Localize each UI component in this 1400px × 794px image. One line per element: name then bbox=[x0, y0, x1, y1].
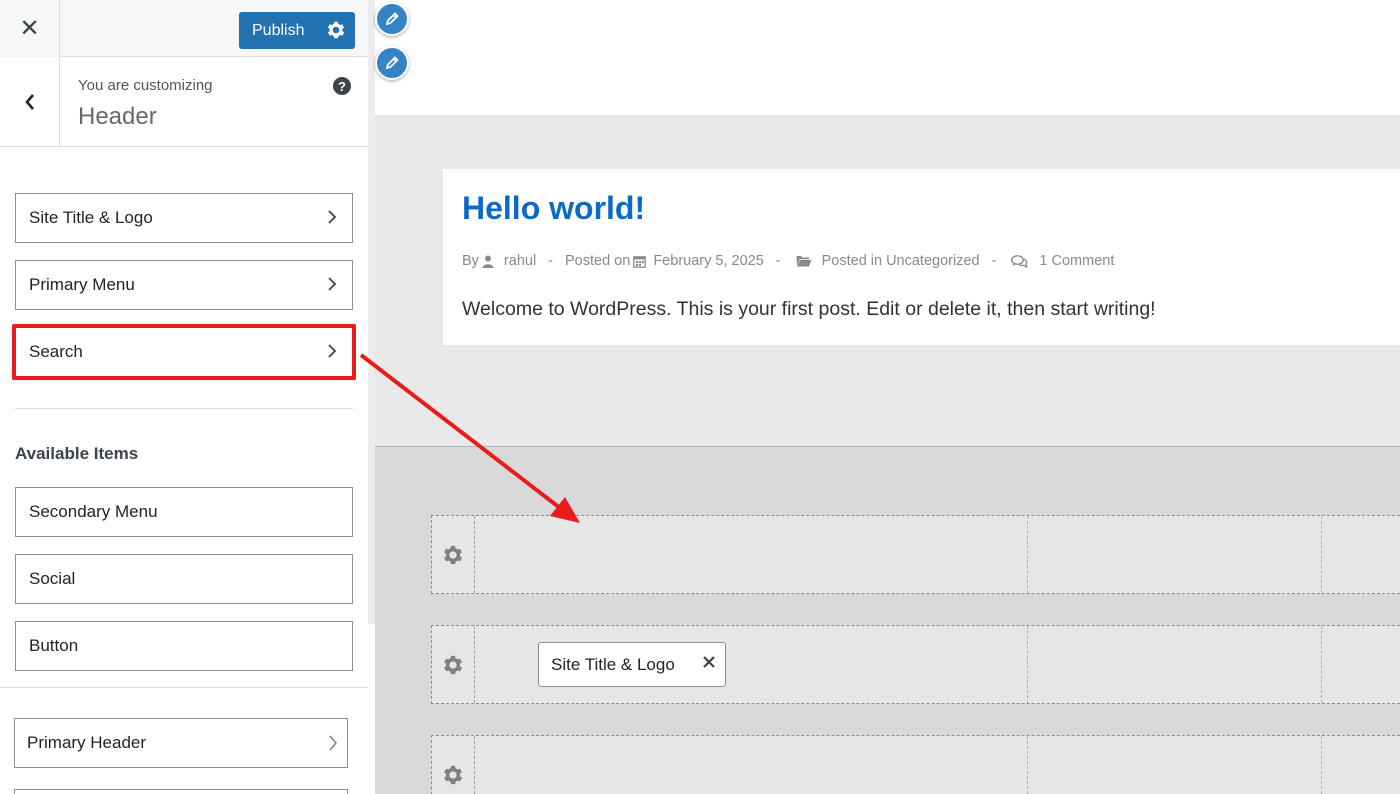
meta-category[interactable]: Uncategorized bbox=[886, 253, 980, 269]
item-label: Site Title & Logo bbox=[29, 208, 153, 227]
preview-content-area: Hello world! By rahul - Posted on Februa… bbox=[375, 115, 1400, 446]
post-title[interactable]: Hello world! bbox=[462, 190, 645, 227]
post-excerpt: Welcome to WordPress. This is your first… bbox=[462, 298, 1156, 320]
item-label: Primary Header bbox=[27, 733, 147, 752]
edit-shortcut-button[interactable] bbox=[375, 46, 409, 80]
meta-separator: - bbox=[548, 253, 554, 269]
chip-label: Site Title & Logo bbox=[551, 654, 675, 674]
post-card: Hello world! By rahul - Posted on Februa… bbox=[443, 169, 1400, 345]
customizing-subtitle: You are customizing bbox=[78, 77, 213, 94]
remove-icon[interactable] bbox=[702, 655, 716, 669]
customizer-topbar: ✕ Publish bbox=[0, 0, 368, 57]
meta-date[interactable]: February 5, 2025 bbox=[653, 253, 763, 269]
meta-posted-in: Posted in bbox=[821, 253, 883, 269]
builder-column-left[interactable] bbox=[475, 516, 1028, 593]
item-label: Primary Menu bbox=[29, 275, 135, 294]
section-divider bbox=[0, 687, 368, 688]
customizing-breadcrumb: You are customizing Header ? bbox=[0, 57, 368, 147]
gear-icon bbox=[444, 545, 463, 564]
chevron-right-icon bbox=[328, 277, 337, 291]
available-item-secondary-menu[interactable]: Secondary Menu bbox=[15, 487, 353, 537]
gear-icon bbox=[444, 765, 463, 785]
publish-button[interactable]: Publish bbox=[239, 12, 355, 49]
back-button[interactable] bbox=[0, 57, 60, 146]
available-item-button[interactable]: Button bbox=[15, 621, 353, 671]
sidebar-scrollbar[interactable] bbox=[368, 0, 375, 624]
item-label: Social bbox=[29, 569, 76, 588]
available-item-social[interactable]: Social bbox=[15, 554, 353, 604]
site-preview: Hello world! By rahul - Posted on Februa… bbox=[375, 0, 1400, 794]
customizer-sidebar: ✕ Publish You are customizing Header ? S… bbox=[0, 0, 368, 794]
post-meta: By rahul - Posted on February 5, 2025 - … bbox=[462, 253, 1114, 269]
builder-column-center[interactable] bbox=[1028, 516, 1322, 593]
meta-comments[interactable]: 1 Comment bbox=[1039, 253, 1114, 269]
row-settings-button[interactable] bbox=[432, 736, 475, 794]
builder-row-bottom[interactable] bbox=[431, 735, 1400, 794]
folder-icon bbox=[796, 256, 812, 267]
header-item-primary-menu[interactable]: Primary Menu bbox=[15, 260, 353, 310]
sidebar-scrollbar-track bbox=[368, 624, 375, 794]
row-settings-button[interactable] bbox=[432, 516, 475, 593]
calendar-icon bbox=[633, 255, 647, 268]
preview-site-header bbox=[375, 0, 1400, 115]
user-icon bbox=[482, 255, 494, 268]
close-customizer-button[interactable]: ✕ bbox=[0, 0, 60, 57]
pencil-icon bbox=[385, 56, 399, 70]
builder-column-left[interactable]: Site Title & Logo bbox=[475, 626, 1028, 703]
panel-title: Header bbox=[78, 103, 157, 130]
item-label: Secondary Menu bbox=[29, 502, 158, 521]
meta-posted-on: Posted on bbox=[565, 253, 631, 269]
edit-shortcut-button[interactable] bbox=[375, 2, 409, 36]
close-icon: ✕ bbox=[19, 15, 40, 42]
back-chevron-icon bbox=[24, 93, 34, 110]
row-settings-button[interactable] bbox=[432, 626, 475, 703]
available-items-heading: Available Items bbox=[15, 444, 139, 463]
chevron-right-icon bbox=[329, 735, 337, 751]
builder-column-center[interactable] bbox=[1028, 736, 1322, 794]
header-builder: Site Title & Logo bbox=[375, 446, 1400, 794]
gear-icon bbox=[444, 655, 463, 674]
comment-icon bbox=[1011, 254, 1029, 268]
item-label: Button bbox=[29, 636, 79, 655]
builder-column-center[interactable] bbox=[1028, 626, 1322, 703]
builder-row-top[interactable] bbox=[431, 515, 1400, 594]
section-next-item[interactable] bbox=[14, 789, 348, 794]
section-primary-header[interactable]: Primary Header bbox=[14, 718, 348, 768]
chevron-right-icon bbox=[328, 210, 337, 224]
search-highlight-annotation bbox=[12, 324, 356, 380]
meta-separator: - bbox=[775, 253, 781, 269]
header-item-site-title-logo[interactable]: Site Title & Logo bbox=[15, 193, 353, 243]
pencil-icon bbox=[385, 12, 399, 26]
gear-icon[interactable] bbox=[326, 20, 346, 40]
publish-label: Publish bbox=[252, 21, 305, 39]
meta-separator: - bbox=[991, 253, 997, 269]
builder-chip-site-title-logo[interactable]: Site Title & Logo bbox=[538, 642, 726, 687]
divider bbox=[15, 408, 353, 409]
meta-author[interactable]: rahul bbox=[504, 253, 536, 269]
builder-column-left[interactable] bbox=[475, 736, 1028, 794]
meta-by: By bbox=[462, 253, 479, 269]
help-icon[interactable]: ? bbox=[333, 77, 351, 95]
builder-row-main[interactable]: Site Title & Logo bbox=[431, 625, 1400, 704]
